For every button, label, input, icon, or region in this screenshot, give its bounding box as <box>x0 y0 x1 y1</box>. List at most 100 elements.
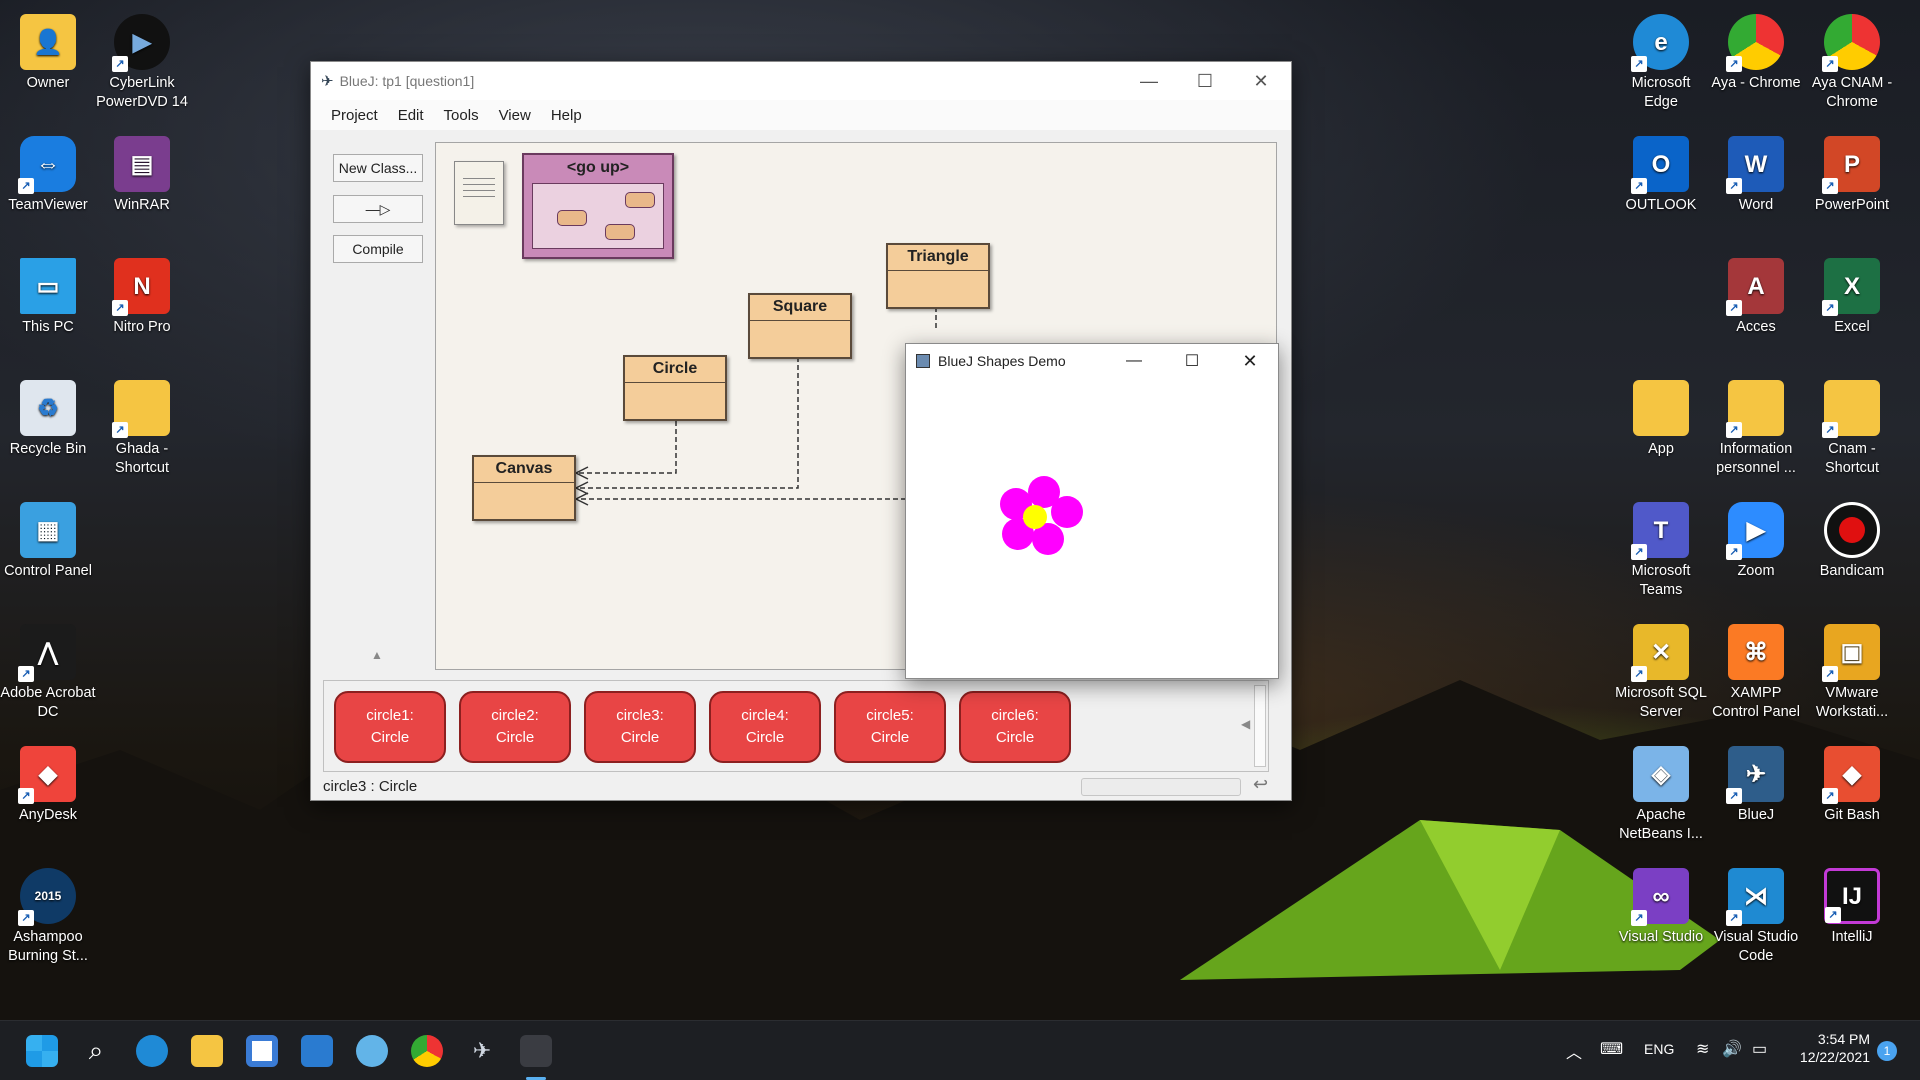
go-up-package[interactable]: <go up> <box>522 153 674 259</box>
paint-icon[interactable] <box>356 1035 388 1067</box>
desktop-icon-excel[interactable]: X ↗ Excel <box>1804 252 1900 337</box>
chrome-icon[interactable] <box>411 1035 443 1067</box>
desktop-icon-vscode[interactable]: ⋊ ↗ Visual Studio Code <box>1708 862 1804 966</box>
petal-circle <box>1051 496 1083 528</box>
desktop-icon-access[interactable]: A ↗ Acces <box>1708 252 1804 337</box>
start-windows-icon[interactable] <box>26 1035 58 1067</box>
new-class-button[interactable]: New Class... <box>333 154 423 182</box>
desktop-icon-git-bash[interactable]: ◆ ↗ Git Bash <box>1804 740 1900 825</box>
object-circle2[interactable]: circle2: Circle <box>459 691 571 763</box>
object-type: Circle <box>870 729 910 746</box>
desktop-icon-this-pc[interactable]: ▭ This PC <box>0 252 96 337</box>
desktop-icon-intellij[interactable]: IJ ↗ IntelliJ <box>1804 862 1900 947</box>
file-explorer-icon[interactable] <box>191 1035 223 1067</box>
progress-field <box>1081 778 1241 796</box>
desktop-icon-word[interactable]: W ↗ Word <box>1708 130 1804 215</box>
collapse-triangle-icon[interactable]: ▲ <box>371 648 383 662</box>
search-icon[interactable]: ⌕ <box>80 1035 112 1067</box>
close-button[interactable]: ✕ <box>1233 62 1289 100</box>
class-square[interactable]: Square <box>748 293 852 359</box>
desktop-icon-label: Adobe Acrobat DC <box>0 685 96 720</box>
desktop-icon-visual-studio[interactable]: ∞ ↗ Visual Studio <box>1613 862 1709 947</box>
mail-icon[interactable] <box>301 1035 333 1067</box>
menu-help[interactable]: Help <box>541 107 592 124</box>
bench-scrollbar[interactable] <box>1254 685 1266 767</box>
show-hidden-icons-chevron-icon[interactable]: ︿ <box>1566 1039 1582 1063</box>
store-icon[interactable] <box>246 1035 278 1067</box>
desktop-icon-nitro[interactable]: N ↗ Nitro Pro <box>94 252 190 337</box>
desktop-icon-teams[interactable]: T ↗ Microsoft Teams <box>1613 496 1709 600</box>
bluej-bird-icon: ✈ <box>321 73 334 90</box>
compile-button[interactable]: Compile <box>333 235 423 263</box>
desktop-icon-bluej[interactable]: ✈ ↗ BlueJ <box>1708 740 1804 825</box>
language-indicator[interactable]: ENG <box>1644 1041 1674 1057</box>
desktop-icon-acrobat[interactable]: ⋀ ↗ Adobe Acrobat DC <box>0 618 96 722</box>
edge-icon[interactable] <box>136 1035 168 1067</box>
desktop-icon-label: WinRAR <box>114 197 170 213</box>
desktop-icon-xampp[interactable]: ⌘ XAMPP Control Panel <box>1708 618 1804 722</box>
desktop-icon-ghada[interactable]: ↗ Ghada - Shortcut <box>94 374 190 478</box>
folder-user-icon: 👤 <box>20 14 76 70</box>
menu-view[interactable]: View <box>489 107 541 124</box>
desktop-icon-vmware[interactable]: ▣ ↗ VMware Workstati... <box>1804 618 1900 722</box>
desktop-icon-netbeans[interactable]: ◈ Apache NetBeans I... <box>1613 740 1709 844</box>
desktop-icon-owner[interactable]: 👤 Owner <box>0 8 96 93</box>
desktop-icon-sql-server[interactable]: ✕ ↗ Microsoft SQL Server <box>1613 618 1709 722</box>
desktop-icon-recycle-bin[interactable]: ♻ Recycle Bin <box>0 374 96 459</box>
object-circle4[interactable]: circle4: Circle <box>709 691 821 763</box>
object-circle6[interactable]: circle6: Circle <box>959 691 1071 763</box>
control-panel-icon: ▦ <box>20 502 76 558</box>
class-circle[interactable]: Circle <box>623 355 727 421</box>
object-bench[interactable]: circle1: Circle circle2: Circle circle3: Ci… <box>323 680 1269 772</box>
desktop-icon-ashampoo[interactable]: 2015 ↗ Ashampoo Burning St... <box>0 862 96 966</box>
ashampoo-badge: 2015 <box>34 888 62 903</box>
desktop-icon-aya-chrome[interactable]: ↗ Aya - Chrome <box>1708 8 1804 93</box>
desktop-icon-zoom[interactable]: ▶ ↗ Zoom <box>1708 496 1804 581</box>
menu-edit[interactable]: Edit <box>388 107 434 124</box>
desktop-icon-label: Information personnel ... <box>1716 441 1796 476</box>
class-canvas[interactable]: Canvas <box>472 455 576 521</box>
xampp-icon: ⌘ <box>1728 624 1784 680</box>
object-circle5[interactable]: circle5: Circle <box>834 691 946 763</box>
readme-document-icon[interactable] <box>454 161 504 225</box>
object-circle3[interactable]: circle3: Circle <box>584 691 696 763</box>
desktop-icon-control-panel[interactable]: ▦ Control Panel <box>0 496 96 581</box>
desktop-icon-winrar[interactable]: ▤ WinRAR <box>94 130 190 215</box>
shapes-demo-window[interactable]: BlueJ Shapes Demo — ☐ ✕ <box>905 343 1279 679</box>
maximize-button[interactable]: ☐ <box>1177 62 1233 100</box>
minimize-button[interactable]: — <box>1106 344 1162 378</box>
object-circle1[interactable]: circle1: Circle <box>334 691 446 763</box>
desktop-icon-cnam[interactable]: ↗ Cnam - Shortcut <box>1804 374 1900 478</box>
desktop-icon-powerdvd[interactable]: ▶ ↗ CyberLink PowerDVD 14 <box>94 8 190 112</box>
desktop-icon-outlook[interactable]: O ↗ OUTLOOK <box>1613 130 1709 215</box>
object-name: circle3: <box>616 707 664 724</box>
clock[interactable]: 3:54 PM 12/22/2021 <box>1790 1031 1870 1065</box>
desktop-icon-teamviewer[interactable]: ⇔ ↗ TeamViewer <box>0 130 96 215</box>
battery-icon[interactable]: ▭ <box>1752 1039 1767 1059</box>
bluej-bird-icon[interactable]: ✈ <box>466 1035 498 1067</box>
maximize-button[interactable]: ☐ <box>1164 344 1220 378</box>
inheritance-arrow-button[interactable]: —▷ <box>333 195 423 223</box>
class-triangle[interactable]: Triangle <box>886 243 990 309</box>
desktop-icon-bandicam[interactable]: Bandicam <box>1804 496 1900 581</box>
menu-project[interactable]: Project <box>311 107 388 124</box>
wifi-icon[interactable]: ≋ <box>1696 1039 1709 1059</box>
keyboard-icon[interactable]: ⌨ <box>1600 1039 1623 1059</box>
volume-icon[interactable]: 🔊 <box>1722 1039 1742 1059</box>
status-text: circle3 : Circle <box>323 778 418 795</box>
menu-tools[interactable]: Tools <box>434 107 489 124</box>
java-app-taskbar-icon[interactable] <box>520 1035 552 1067</box>
acrobat-icon: ⋀ ↗ <box>18 624 76 682</box>
notification-badge[interactable]: 1 <box>1877 1041 1897 1061</box>
desktop-icon-powerpoint[interactable]: P ↗ PowerPoint <box>1804 130 1900 215</box>
desktop-icon-app[interactable]: App <box>1613 374 1709 459</box>
reset-machine-icon[interactable]: ↩ <box>1253 774 1268 795</box>
desktop-icon-aya-cnam-chrome[interactable]: ↗ Aya CNAM - Chrome <box>1804 8 1900 112</box>
desktop-icon-edge[interactable]: e ↗ Microsoft Edge <box>1613 8 1709 112</box>
desktop-icon-anydesk[interactable]: ◆ ↗ AnyDesk <box>0 740 96 825</box>
close-button[interactable]: ✕ <box>1222 344 1278 378</box>
class-name: Canvas <box>474 457 574 483</box>
desktop-icon-information[interactable]: ↗ Information personnel ... <box>1708 374 1804 478</box>
minimize-button[interactable]: — <box>1121 62 1177 100</box>
scroll-left-icon[interactable]: ◀ <box>1241 717 1250 731</box>
